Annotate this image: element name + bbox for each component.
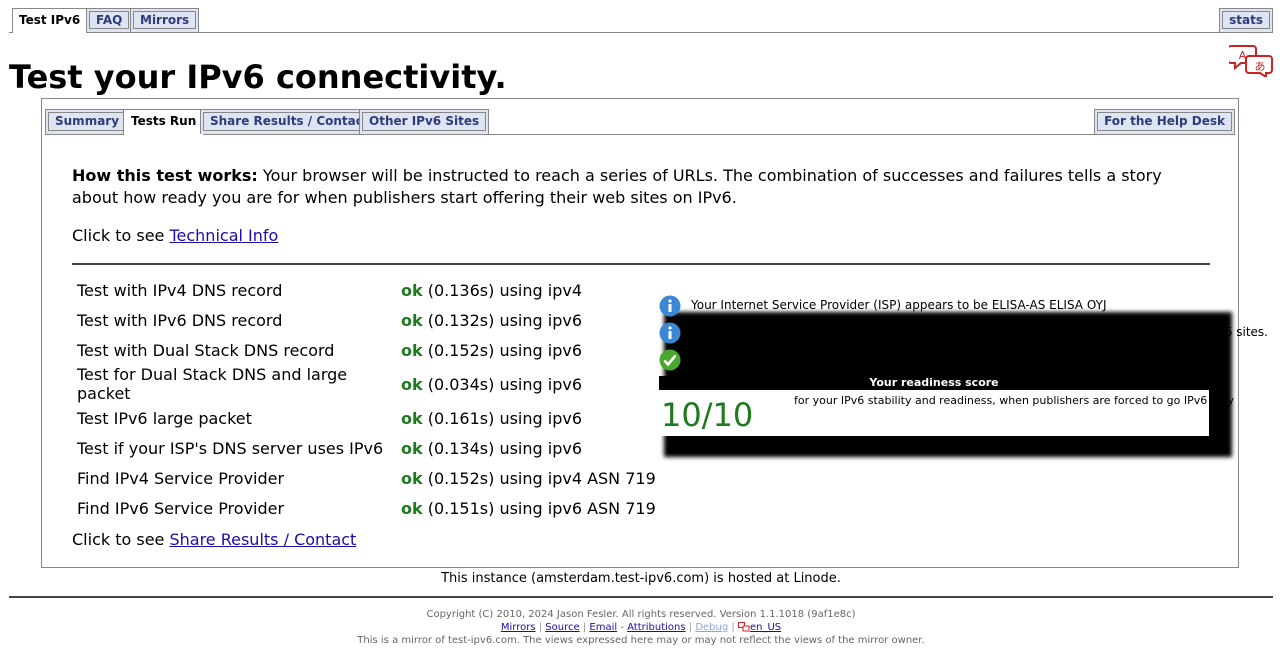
- test-detail: (0.136s) using ipv4: [422, 280, 582, 300]
- test-detail: (0.134s) using ipv6: [422, 438, 582, 458]
- tab-share-results[interactable]: Share Results / Contact: [200, 109, 379, 134]
- table-row: Find IPv6 Service Provider ok (0.151s) us…: [74, 493, 659, 523]
- technical-info-line: Click to see Technical Info: [72, 225, 278, 247]
- test-detail: (0.161s) using ipv6: [422, 408, 582, 428]
- test-label: Test if your ISP's DNS server uses IPv6: [77, 438, 384, 458]
- top-nav: Test IPv6 FAQ Mirrors stats: [9, 8, 1273, 33]
- table-row: Test with IPv4 DNS record ok (0.136s) usi…: [74, 275, 659, 305]
- test-detail: (0.132s) using ipv6: [422, 310, 582, 330]
- results-table: Test with IPv4 DNS record ok (0.136s) usi…: [74, 275, 659, 523]
- table-row: Test for Dual Stack DNS and large packet…: [74, 365, 659, 403]
- summary-panel: Your Internet Service Provider (ISP) app…: [659, 294, 1268, 464]
- footer-mirror-note: This is a mirror of test-ipv6.com. The v…: [357, 635, 925, 646]
- test-result: ok (0.134s) using ipv6: [398, 433, 659, 463]
- divider: [72, 263, 1210, 265]
- translate-small-icon: [737, 622, 750, 632]
- table-row: Test with IPv6 DNS record ok (0.132s) usi…: [74, 305, 659, 335]
- how-it-works-label: How this test works:: [72, 166, 258, 185]
- page-title: Test your IPv6 connectivity.: [9, 58, 507, 96]
- source-link[interactable]: Source: [545, 622, 579, 633]
- status-ok: ok: [401, 310, 423, 330]
- readiness-score-description: for your IPv6 stability and readiness, w…: [794, 394, 1235, 407]
- tab-test-ipv6[interactable]: Test IPv6: [12, 8, 88, 33]
- message-text: Since you have IPv6, we are including a …: [691, 325, 1268, 339]
- info-icon: [659, 322, 681, 344]
- technical-info-link[interactable]: Technical Info: [169, 226, 278, 245]
- language-link[interactable]: en_US: [750, 622, 781, 633]
- table-row: Test if your ISP's DNS server uses IPv6 o…: [74, 433, 659, 463]
- check-icon: [659, 349, 681, 371]
- debug-link[interactable]: Debug: [695, 622, 728, 633]
- status-ok: ok: [401, 468, 423, 488]
- test-label: Test with IPv6 DNS record: [77, 310, 283, 330]
- share-prefix: Click to see: [72, 530, 170, 549]
- tab-summary[interactable]: Summary: [45, 109, 130, 134]
- status-ok: ok: [401, 438, 423, 458]
- share-line: Click to see Share Results / Contact: [72, 529, 356, 551]
- separator: |: [538, 622, 543, 633]
- tab-help-desk[interactable]: For the Help Desk: [1094, 109, 1235, 134]
- readiness-score-heading: Your readiness score: [659, 376, 1209, 390]
- attributions-link[interactable]: Attributions: [627, 622, 685, 633]
- tab-other-ipv6-sites[interactable]: Other IPv6 Sites: [359, 109, 490, 134]
- readiness-score-value: 10/10: [661, 396, 754, 434]
- sub-nav: Summary Tests Run Share Results / Contac…: [45, 109, 1235, 135]
- main-panel: Summary Tests Run Share Results / Contac…: [41, 98, 1268, 568]
- svg-text:あ: あ: [1255, 60, 1266, 73]
- info-icon: [659, 295, 681, 317]
- status-ok: ok: [401, 408, 423, 428]
- status-ok: ok: [401, 374, 423, 394]
- footer-divider: [9, 596, 1273, 598]
- test-label: Test IPv6 large packet: [77, 408, 252, 428]
- test-result: ok (0.034s) using ipv6: [398, 365, 659, 403]
- test-label: Test for Dual Stack DNS and large packet: [77, 365, 348, 403]
- tab-tests-run[interactable]: Tests Run: [123, 109, 205, 135]
- test-detail: (0.152s) using ipv4 ASN 719: [422, 468, 656, 488]
- footer-links: Mirrors | Source | Email - Attributions …: [0, 621, 1282, 634]
- how-it-works: How this test works: Your browser will b…: [72, 165, 1212, 209]
- table-row: Test with Dual Stack DNS record ok (0.152…: [74, 335, 659, 365]
- test-label: Find IPv6 Service Provider: [77, 498, 285, 518]
- test-detail: (0.034s) using ipv6: [422, 374, 582, 394]
- mirrors-link[interactable]: Mirrors: [501, 622, 536, 633]
- status-ok: ok: [401, 280, 423, 300]
- test-result: ok (0.152s) using ipv4 ASN 719: [398, 463, 659, 493]
- email-trail: -: [617, 622, 628, 633]
- tab-mirrors[interactable]: Mirrors: [130, 8, 200, 32]
- footer-copyright: Copyright (C) 2010, 2024 Jason Fesler. A…: [426, 609, 856, 620]
- test-result: ok (0.132s) using ipv6: [398, 305, 659, 335]
- separator: |: [731, 622, 735, 633]
- table-row: Test IPv6 large packet ok (0.161s) using …: [74, 403, 659, 433]
- separator: |: [582, 622, 587, 633]
- tab-faq[interactable]: FAQ: [86, 8, 133, 32]
- tab-stats[interactable]: stats: [1219, 8, 1273, 32]
- test-label: Test with IPv4 DNS record: [77, 280, 283, 300]
- status-ok: ok: [401, 340, 423, 360]
- test-result: ok (0.151s) using ipv6 ASN 719: [398, 493, 659, 523]
- test-result: ok (0.161s) using ipv6: [398, 403, 659, 433]
- message-text: Your DNS server (possibly run by your IS…: [691, 352, 1176, 366]
- message-text: Your Internet Service Provider (ISP) app…: [691, 298, 1107, 312]
- test-label: Test with Dual Stack DNS record: [77, 340, 335, 360]
- test-result: ok (0.136s) using ipv4: [398, 275, 659, 305]
- test-result: ok (0.152s) using ipv6: [398, 335, 659, 365]
- readiness-score-box: Your readiness score 10/10 for your IPv6…: [659, 376, 1234, 436]
- hosting-note: This instance (amsterdam.test-ipv6.com) …: [441, 571, 841, 586]
- status-ok: ok: [401, 498, 423, 518]
- test-detail: (0.151s) using ipv6 ASN 719: [422, 498, 656, 518]
- test-label: Find IPv4 Service Provider: [77, 468, 285, 488]
- separator: |: [688, 622, 693, 633]
- test-detail: (0.152s) using ipv6: [422, 340, 582, 360]
- translate-icon[interactable]: A あ: [1229, 44, 1274, 77]
- email-link[interactable]: Email: [589, 622, 617, 633]
- table-row: Find IPv4 Service Provider ok (0.152s) us…: [74, 463, 659, 493]
- share-results-link[interactable]: Share Results / Contact: [169, 530, 356, 549]
- technical-info-prefix: Click to see: [72, 226, 170, 245]
